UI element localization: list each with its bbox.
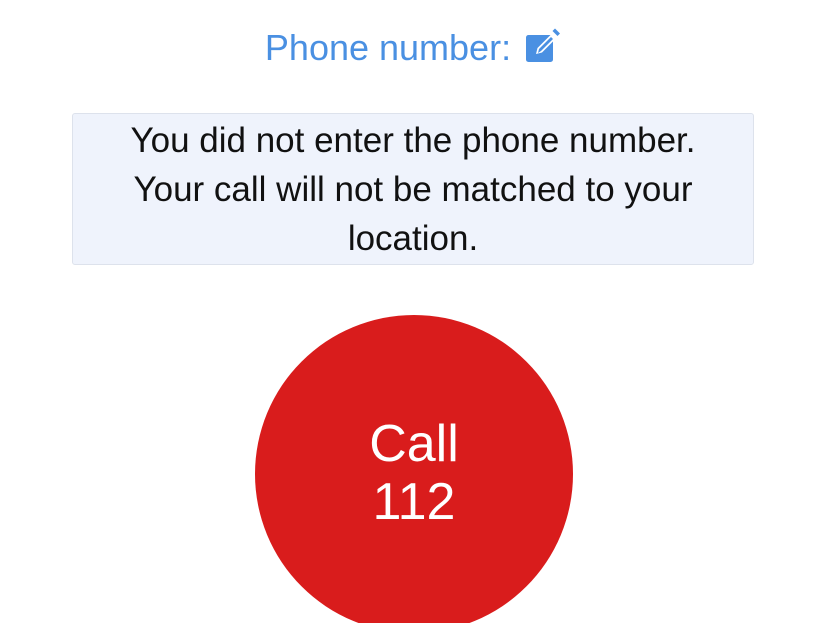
missing-phone-notice: You did not enter the phone number. Your… (72, 113, 754, 265)
call-button-label: Call (369, 415, 459, 473)
edit-icon (526, 28, 561, 62)
edit-phone-button[interactable] (523, 26, 563, 66)
call-button-number: 112 (372, 473, 456, 531)
call-112-button[interactable]: Call 112 (255, 315, 573, 623)
phone-number-label: Phone number: (264, 27, 512, 68)
emergency-call-screen: Phone number: You did not enter the phon… (0, 0, 828, 623)
phone-number-row: Phone number: (0, 22, 828, 74)
notice-message: You did not enter the phone number. Your… (130, 120, 696, 258)
